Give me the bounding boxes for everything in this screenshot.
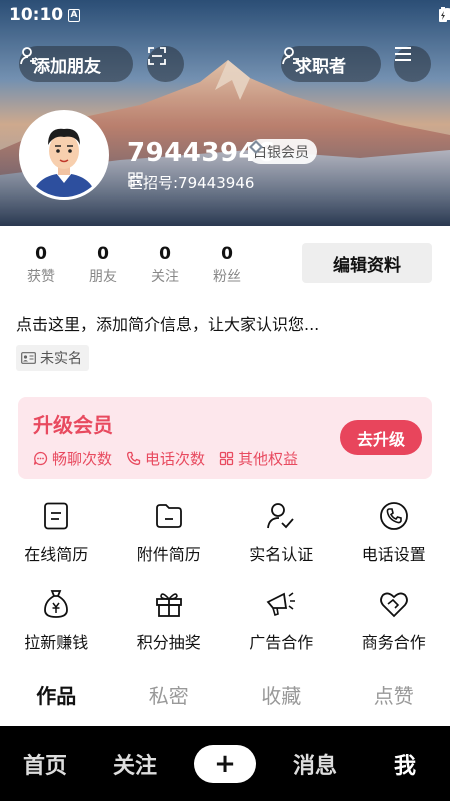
grid-label: 商务合作: [361, 633, 426, 652]
grid-label: 实名认证: [249, 545, 314, 564]
vip-perk-label: 其他权益: [238, 450, 299, 468]
scan-button[interactable]: [147, 46, 184, 82]
bottom-nav: 首页 关注 + 消息 我: [0, 726, 450, 801]
gift-icon: [153, 588, 185, 620]
grid-label: 附件简历: [136, 545, 201, 564]
tab-favorites[interactable]: 收藏: [225, 680, 338, 709]
notification-icon: A: [68, 9, 80, 22]
stat-label: 朋友: [89, 269, 117, 285]
stat-likes[interactable]: 0 获赞: [10, 244, 72, 286]
profile-banner: 10:10 A 添加朋友 求职者 79443946 白银会员 巨招号:79443…: [0, 0, 450, 226]
feature-grid: 在线简历 附件简历 实名认证 电话设置 拉新赚钱 积分抽奖 广告合作 商务合作: [0, 500, 450, 676]
grid-item-invite-earn[interactable]: 拉新赚钱: [0, 588, 113, 676]
folder-icon: [153, 500, 185, 532]
hamburger-icon: [395, 47, 411, 61]
juzhao-row[interactable]: 巨招号:79443946: [128, 172, 254, 193]
megaphone-icon: [265, 588, 297, 620]
vip-perk-other: 其他权益: [219, 448, 298, 469]
grid-item-business-cooperation[interactable]: 商务合作: [338, 588, 450, 676]
nav-home[interactable]: 首页: [0, 748, 90, 780]
resume-icon: [40, 500, 72, 532]
job-seeker-button[interactable]: 求职者: [281, 46, 381, 82]
qr-code-icon: [128, 172, 143, 187]
diamond-icon: [249, 140, 263, 154]
juzhao-label: 巨招号:79443946: [128, 174, 255, 192]
nav-messages[interactable]: 消息: [270, 748, 360, 780]
vip-perk-phone: 电话次数: [126, 448, 205, 469]
grid-item-attachment-resume[interactable]: 附件简历: [113, 500, 226, 588]
upgrade-button[interactable]: 去升级: [340, 420, 422, 455]
create-button[interactable]: +: [194, 744, 256, 783]
nav-me[interactable]: 我: [360, 748, 450, 780]
grid-item-points-lottery[interactable]: 积分抽奖: [113, 588, 226, 676]
add-friend-button[interactable]: 添加朋友: [19, 46, 133, 82]
stat-label: 关注: [151, 269, 179, 285]
bio-text[interactable]: 点击这里，添加简介信息，让大家认识您...: [16, 311, 319, 335]
grid-item-phone-settings[interactable]: 电话设置: [338, 500, 450, 588]
grid-label: 拉新赚钱: [24, 633, 89, 652]
grid-icon: [219, 451, 234, 466]
phone-icon: [378, 500, 410, 532]
vip-perk-label: 电话次数: [145, 450, 206, 468]
edit-profile-button[interactable]: 编辑资料: [302, 243, 432, 283]
stat-number: 0: [35, 244, 47, 264]
stat-label: 粉丝: [213, 269, 241, 285]
phone-icon: [127, 451, 141, 465]
avatar-illustration: [22, 113, 106, 197]
upgrade-member-card[interactable]: 升级会员 畅聊次数 电话次数 其他权益 去升级: [18, 397, 432, 479]
stat-number: 0: [159, 244, 171, 264]
tab-private[interactable]: 私密: [113, 680, 226, 709]
stat-following[interactable]: 0 关注: [134, 244, 196, 286]
stat-label: 获赞: [27, 269, 55, 285]
handshake-icon: [378, 588, 410, 620]
grid-label: 积分抽奖: [136, 633, 201, 652]
vip-title: 升级会员: [33, 413, 113, 437]
verify-tag[interactable]: 未实名: [16, 345, 89, 371]
battery-icon: [439, 7, 447, 22]
menu-button[interactable]: [394, 46, 431, 82]
content-tabs: 作品 私密 收藏 点赞: [0, 680, 450, 709]
status-time: 10:10: [9, 5, 64, 25]
grid-label: 电话设置: [361, 545, 426, 564]
stat-friends[interactable]: 0 朋友: [72, 244, 134, 286]
stat-fans[interactable]: 0 粉丝: [196, 244, 258, 286]
nav-follow[interactable]: 关注: [90, 748, 180, 780]
status-bar: 10:10 A: [0, 0, 450, 32]
stat-number: 0: [221, 244, 233, 264]
grid-item-online-resume[interactable]: 在线简历: [0, 500, 113, 588]
member-badge[interactable]: 白银会员: [248, 139, 317, 164]
grid-item-real-name[interactable]: 实名认证: [225, 500, 338, 588]
avatar[interactable]: [19, 110, 109, 200]
verify-tag-label: 未实名: [40, 351, 82, 367]
user-check-icon: [265, 500, 297, 532]
money-bag-icon: [40, 588, 72, 620]
vip-perk-label: 畅聊次数: [52, 450, 113, 468]
scan-icon: [148, 47, 166, 65]
job-seeker-label: 求职者: [295, 56, 346, 77]
vip-perks: 畅聊次数 电话次数 其他权益: [33, 448, 298, 469]
grid-label: 在线简历: [24, 545, 89, 564]
stats-row: 0 获赞 0 朋友 0 关注 0 粉丝: [10, 244, 258, 286]
add-friend-label: 添加朋友: [33, 56, 101, 77]
tab-works[interactable]: 作品: [0, 680, 113, 709]
tab-likes[interactable]: 点赞: [338, 680, 450, 709]
chat-bubble-icon: [33, 451, 48, 466]
grid-label: 广告合作: [249, 633, 314, 652]
grid-item-ad-cooperation[interactable]: 广告合作: [225, 588, 338, 676]
stat-number: 0: [97, 244, 109, 264]
id-card-icon: [21, 352, 36, 364]
plus-icon: +: [214, 748, 236, 779]
vip-perk-chat: 畅聊次数: [33, 448, 112, 469]
